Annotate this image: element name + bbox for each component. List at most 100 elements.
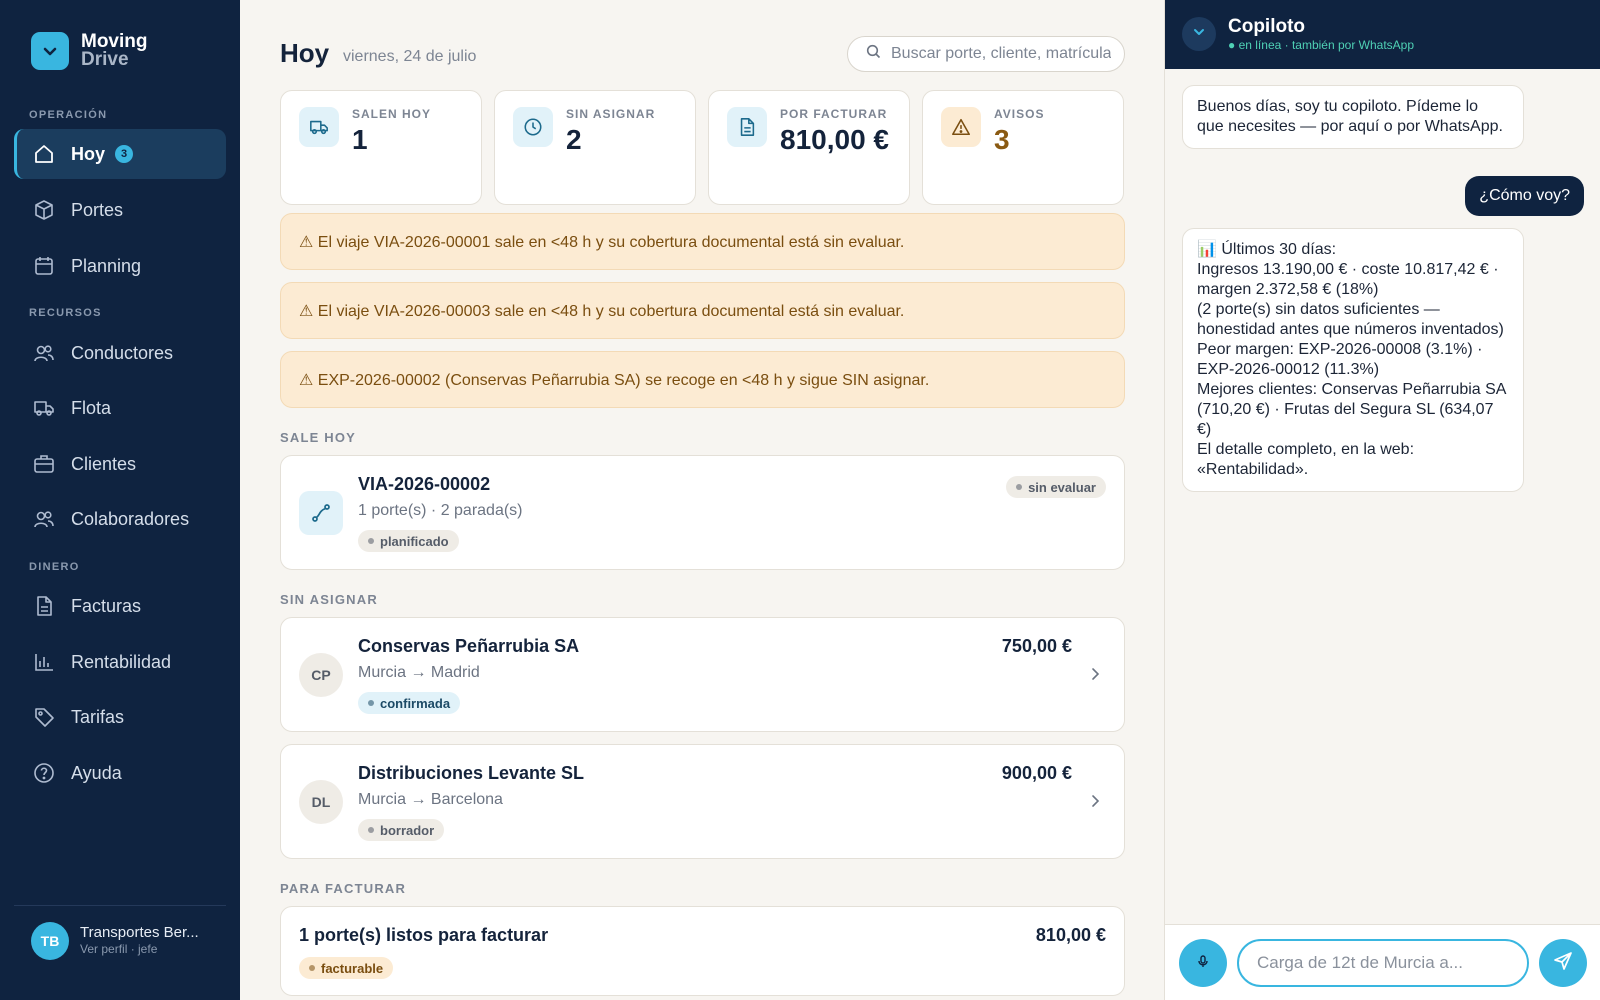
- sidebar-item-hoy[interactable]: Hoy 3: [14, 129, 226, 179]
- section-label-dinero: DINERO: [29, 561, 80, 573]
- client-avatar: CP: [299, 653, 343, 697]
- client-avatar: DL: [299, 780, 343, 824]
- sidebar-item-ayuda[interactable]: Ayuda: [14, 748, 226, 798]
- search-input[interactable]: [891, 45, 1111, 63]
- sidebar-item-label: Colaboradores: [71, 508, 190, 529]
- briefcase-icon: [32, 452, 56, 476]
- page-title: Hoy: [280, 38, 330, 68]
- invoice-title: 1 porte(s) listos para facturar: [299, 925, 549, 945]
- sidebar-item-label: Clientes: [71, 453, 137, 474]
- document-icon: [32, 594, 56, 618]
- sidebar-item-label: Ayuda: [71, 762, 122, 783]
- chevron-down-icon: [1192, 25, 1206, 44]
- alert-banner[interactable]: ⚠ El viaje VIA-2026-00001 sale en <48 h …: [280, 213, 1125, 270]
- copilot-title: Copiloto: [1228, 16, 1306, 37]
- sidebar-divider: [14, 905, 226, 906]
- sidebar-item-label: Tarifas: [71, 706, 125, 727]
- list-item[interactable]: DL Distribuciones Levante SL Murcia → Ba…: [280, 744, 1125, 859]
- stat-card-avisos[interactable]: AVISOS 3: [922, 90, 1124, 205]
- sidebar: Moving Drive OPERACIÓN Hoy 3 Portes Plan…: [0, 0, 240, 1000]
- users-icon: [32, 507, 56, 531]
- sidebar-item-tarifas[interactable]: Tarifas: [14, 692, 226, 742]
- help-icon: [32, 761, 56, 785]
- stat-label: POR FACTURAR: [780, 107, 888, 121]
- coverage-badge: sin evaluar: [1006, 476, 1106, 498]
- client-name: Conservas Peñarrubia SA: [358, 636, 580, 656]
- collapse-button[interactable]: [1182, 17, 1216, 51]
- sidebar-item-label: Portes: [71, 199, 124, 220]
- sidebar-item-colaboradores[interactable]: Colaboradores: [14, 494, 226, 544]
- sidebar-item-rentabilidad[interactable]: Rentabilidad: [14, 637, 226, 687]
- route: Murcia → Barcelona: [358, 791, 503, 808]
- client-name: Distribuciones Levante SL: [358, 763, 585, 783]
- bar-chart-icon: [32, 650, 56, 674]
- sidebar-item-label: Facturas: [71, 595, 142, 616]
- search-icon: [866, 44, 881, 64]
- stat-card-por-facturar[interactable]: POR FACTURAR 810,00 €: [708, 90, 910, 205]
- calendar-icon: [32, 254, 56, 278]
- home-icon: [32, 142, 56, 166]
- trip-detail: 1 porte(s) · 2 parada(s): [358, 502, 523, 519]
- chat-composer: [1165, 924, 1600, 1000]
- warning-icon: [941, 107, 981, 147]
- truck-icon: [32, 396, 56, 420]
- trip-id: VIA-2026-00002: [358, 474, 491, 494]
- search-box[interactable]: [847, 36, 1125, 72]
- sidebar-item-facturas[interactable]: Facturas: [14, 581, 226, 631]
- trip-card[interactable]: VIA-2026-00002 1 porte(s) · 2 parada(s) …: [280, 455, 1125, 570]
- sidebar-item-label: Conductores: [71, 342, 174, 363]
- brand[interactable]: Moving Drive: [31, 32, 148, 70]
- page-date: viernes, 24 de julio: [343, 48, 477, 65]
- attach-button[interactable]: [1179, 939, 1227, 987]
- clock-icon: [513, 107, 553, 147]
- sidebar-item-clientes[interactable]: Clientes: [14, 439, 226, 489]
- section-heading-sin-asignar: SIN ASIGNAR: [280, 592, 378, 607]
- stat-value: 3: [994, 124, 1010, 155]
- document-icon: [727, 107, 767, 147]
- stat-card-sin-asignar[interactable]: SIN ASIGNAR 2: [494, 90, 696, 205]
- avatar: TB: [31, 922, 69, 960]
- amount: 750,00 €: [1001, 636, 1072, 656]
- sidebar-item-planning[interactable]: Planning: [14, 241, 226, 291]
- chat-input[interactable]: [1237, 939, 1529, 987]
- profile-role: Ver perfil · jefe: [80, 942, 158, 956]
- section-label-recursos: RECURSOS: [29, 307, 102, 319]
- sidebar-item-label: Planning: [71, 255, 142, 276]
- stat-label: SALEN HOY: [352, 107, 432, 121]
- section-label-operacion: OPERACIÓN: [29, 109, 108, 121]
- microphone-icon: [1196, 954, 1210, 973]
- chat-message-bot: Buenos días, soy tu copiloto. Pídeme lo …: [1182, 85, 1524, 149]
- chat-message-bot: 📊 Últimos 30 días: Ingresos 13.190,00 € …: [1182, 228, 1524, 492]
- invoice-card[interactable]: 1 porte(s) listos para facturar facturab…: [280, 906, 1125, 996]
- profile[interactable]: TB Transportes Ber... Ver perfil · jefe: [31, 922, 199, 960]
- stat-card-salen-hoy[interactable]: SALEN HOY 1: [280, 90, 482, 205]
- stat-value: 1: [352, 124, 368, 155]
- chevron-right-icon: [1088, 667, 1102, 686]
- box-icon: [32, 198, 56, 222]
- alert-banner[interactable]: ⚠ El viaje VIA-2026-00003 sale en <48 h …: [280, 282, 1125, 339]
- status-badge: confirmada: [358, 692, 461, 714]
- send-icon: [1553, 951, 1573, 976]
- stat-label: SIN ASIGNAR: [566, 107, 656, 121]
- alert-banner[interactable]: ⚠ EXP-2026-00002 (Conservas Peñarrubia S…: [280, 351, 1125, 408]
- section-heading-para-facturar: PARA FACTURAR: [280, 881, 407, 896]
- truck-icon: [299, 107, 339, 147]
- copilot-header: Copiloto ● en línea · también por WhatsA…: [1165, 0, 1600, 69]
- list-item[interactable]: CP Conservas Peñarrubia SA Murcia → Madr…: [280, 617, 1125, 732]
- main-content: Hoy viernes, 24 de julio SALEN HOY 1 SIN…: [240, 0, 1164, 1000]
- count-badge: 3: [115, 145, 134, 163]
- chat-message-user: ¿Cómo voy?: [1465, 176, 1584, 216]
- sidebar-item-portes[interactable]: Portes: [14, 185, 226, 235]
- sidebar-item-conductores[interactable]: Conductores: [14, 328, 226, 378]
- route: Murcia → Madrid: [358, 664, 480, 681]
- send-button[interactable]: [1539, 939, 1587, 987]
- profile-name: Transportes Ber...: [80, 924, 199, 941]
- status-badge: borrador: [358, 819, 445, 841]
- section-heading-sale-hoy: SALE HOY: [280, 430, 357, 445]
- chevron-down-icon: [31, 32, 69, 70]
- stat-value: 2: [566, 124, 582, 155]
- users-icon: [32, 341, 56, 365]
- status-badge: facturable: [299, 957, 394, 979]
- chevron-right-icon: [1088, 794, 1102, 813]
- sidebar-item-flota[interactable]: Flota: [14, 383, 226, 433]
